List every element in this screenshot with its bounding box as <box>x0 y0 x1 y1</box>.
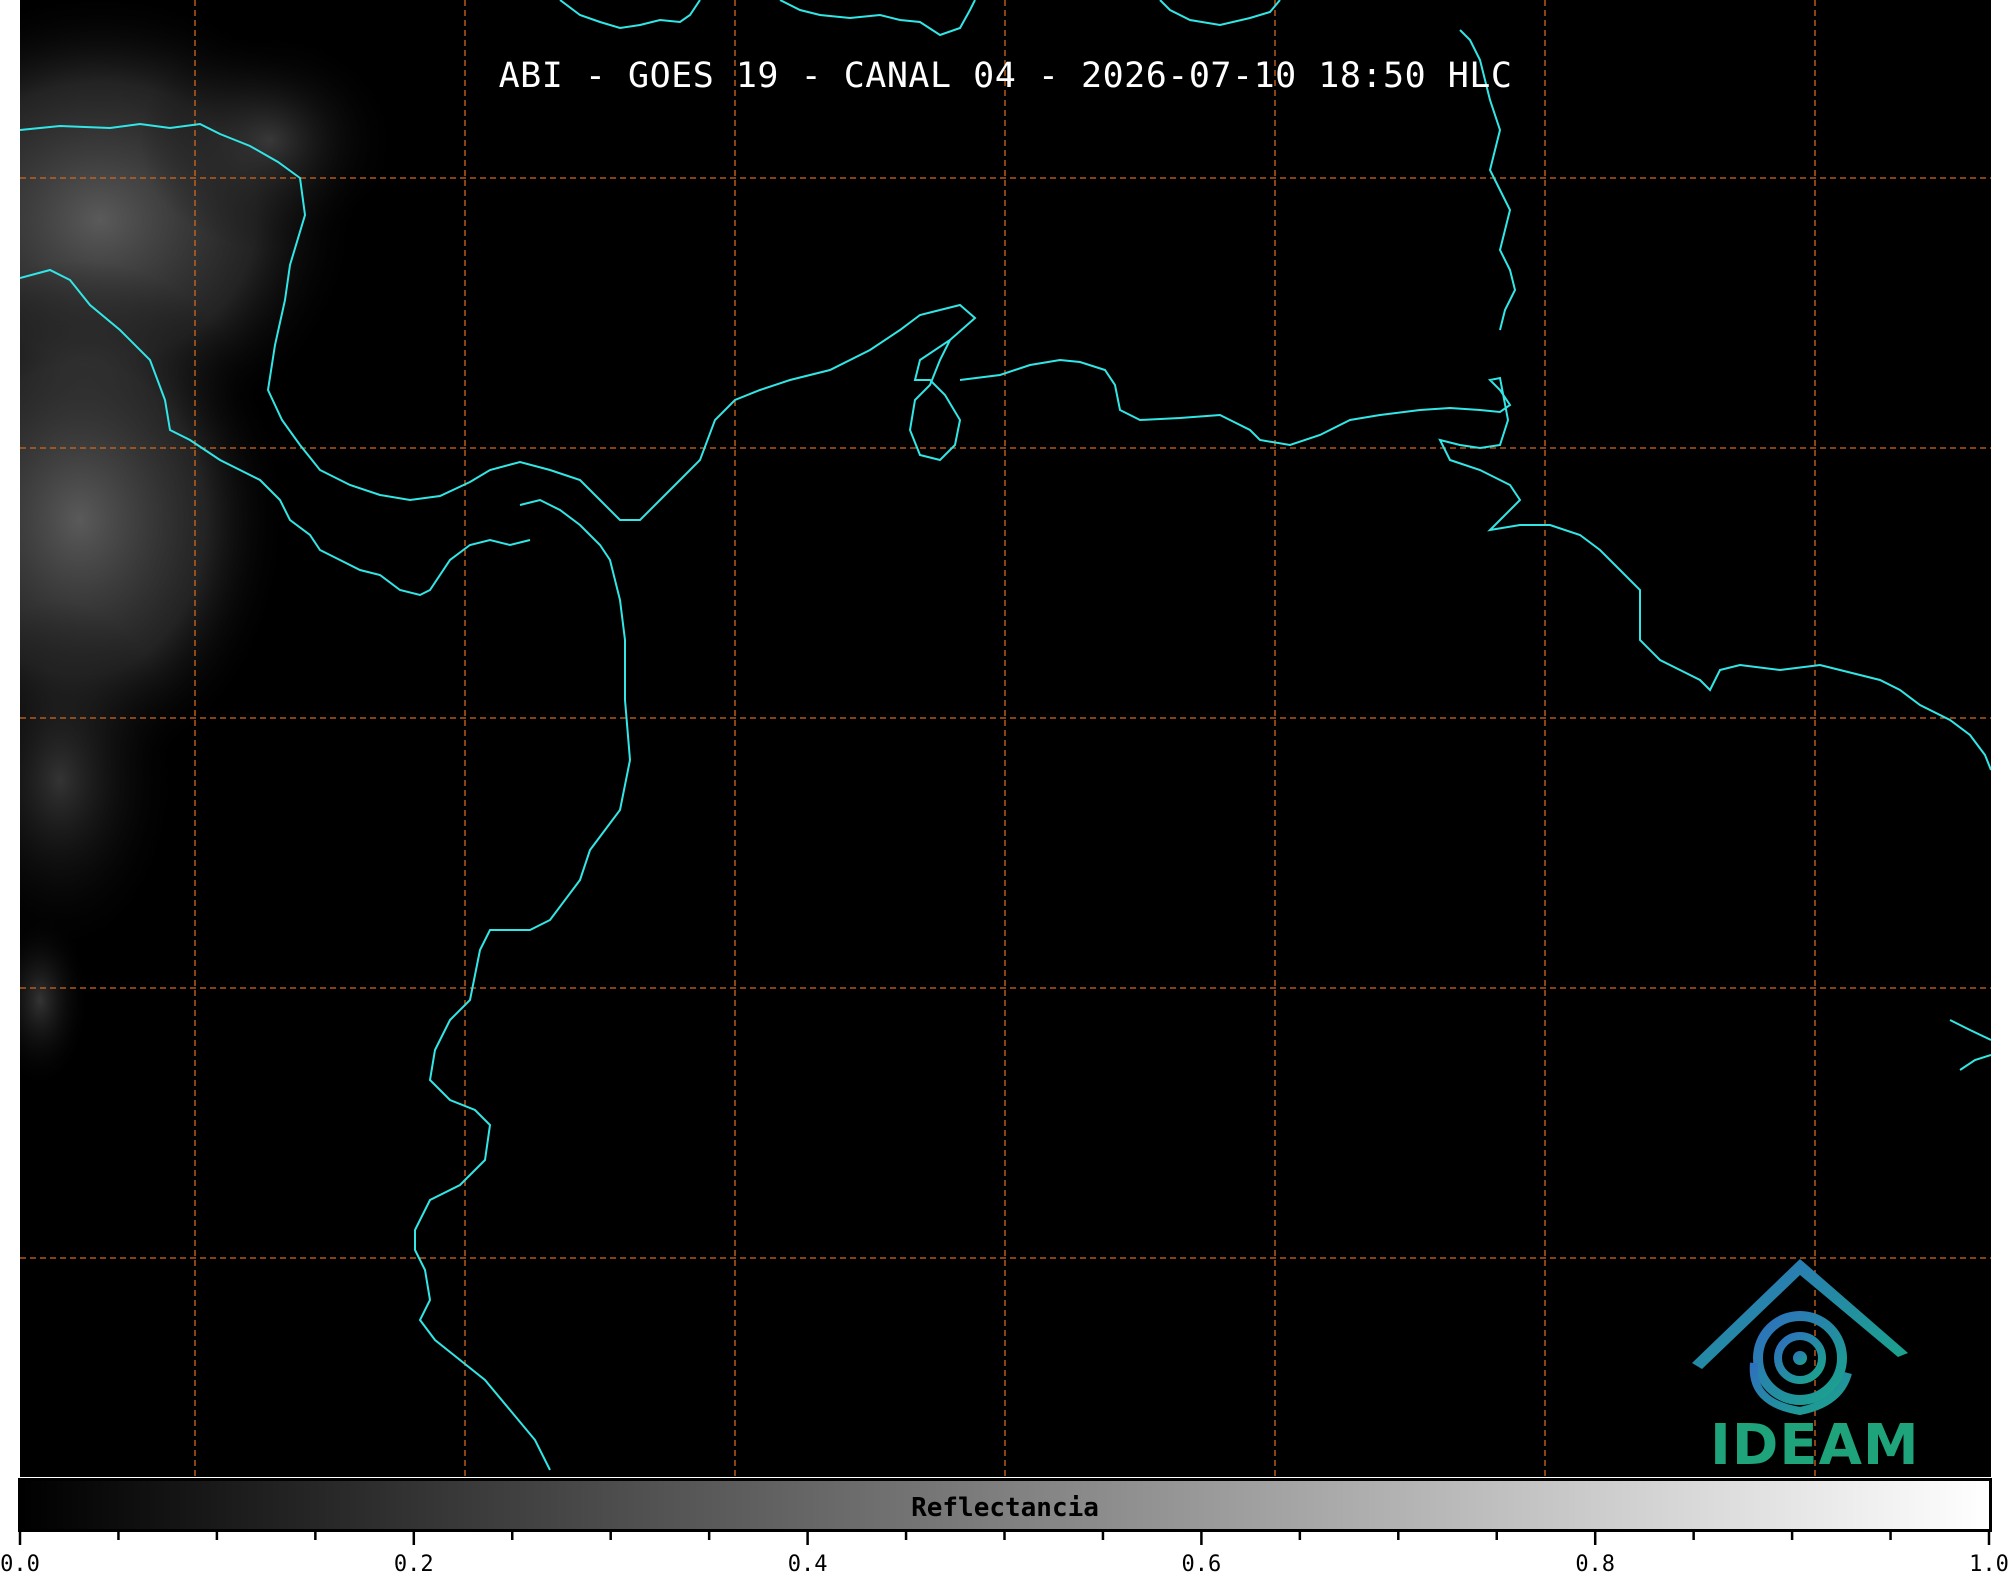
ideam-logo: IDEAM <box>1680 1253 1920 1477</box>
map-title: ABI - GOES 19 - CANAL 04 - 2026-07-10 18… <box>498 56 1513 96</box>
coastline-hispaniola <box>559 0 701 30</box>
coastline-venezuela <box>959 358 1991 771</box>
coastline-caribbean-colombia <box>908 303 977 462</box>
colorbar: Reflectancia <box>18 1478 1992 1532</box>
coastline-puerto-rico <box>779 0 976 37</box>
colorbar-label: Reflectancia <box>911 1493 1099 1523</box>
colorbar-tick-label: 0.6 <box>1181 1552 1222 1577</box>
colorbar-tick-label: 0.0 <box>0 1552 40 1577</box>
colorbar-tick-label: 1.0 <box>1969 1552 2009 1577</box>
colorbar-tick-label: 0.8 <box>1575 1552 1616 1577</box>
coastline-south-east <box>1959 1054 1991 1071</box>
cloud-cover <box>20 0 400 1090</box>
colorbar-tick-label: 0.2 <box>393 1552 434 1577</box>
ideam-logo-icon <box>1692 1259 1908 1416</box>
coastline-guyana <box>1949 1019 1991 1041</box>
satellite-map: ABI - GOES 19 - CANAL 04 - 2026-07-10 18… <box>20 0 1991 1477</box>
ideam-logo-text: IDEAM <box>1710 1413 1920 1477</box>
coastline-cuba-islands <box>1159 0 1281 27</box>
colorbar-tick-label: 0.4 <box>787 1552 828 1577</box>
coastline-pacific-colombia <box>414 498 632 1471</box>
